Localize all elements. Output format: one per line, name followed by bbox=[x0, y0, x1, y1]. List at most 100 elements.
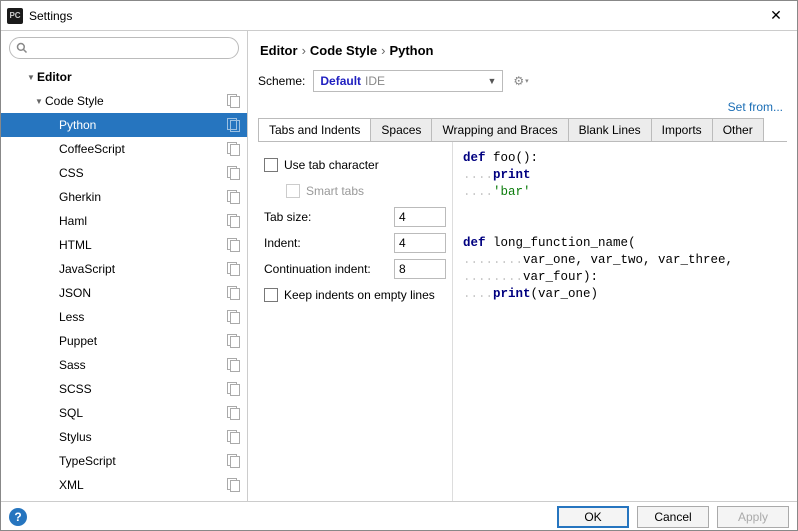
tab-other[interactable]: Other bbox=[713, 119, 763, 141]
tree-item-json[interactable]: JSON bbox=[1, 281, 247, 305]
scheme-name: Default bbox=[320, 74, 361, 88]
chevron-right-icon: › bbox=[381, 43, 385, 58]
tree-item-sass[interactable]: Sass bbox=[1, 353, 247, 377]
option-label: Use tab character bbox=[284, 158, 379, 172]
apply-button[interactable]: Apply bbox=[717, 506, 789, 528]
tree-item-editor[interactable]: ▼ Editor bbox=[1, 65, 247, 89]
tree-label: Editor bbox=[37, 70, 241, 84]
tree-item-less[interactable]: Less bbox=[1, 305, 247, 329]
tree-label: Code Style bbox=[45, 94, 227, 108]
tree-label: Puppet bbox=[59, 334, 227, 348]
breadcrumb-item: Editor bbox=[260, 43, 298, 58]
search-input[interactable] bbox=[9, 37, 239, 59]
tree-label: Haml bbox=[59, 214, 227, 228]
scheme-copy-icon bbox=[227, 94, 241, 108]
continuation-indent-label: Continuation indent: bbox=[264, 262, 371, 276]
titlebar: PC Settings ✕ bbox=[1, 1, 797, 31]
content-pane: Editor › Code Style › Python Scheme: Def… bbox=[248, 31, 797, 501]
keep-indents-checkbox[interactable]: Keep indents on empty lines bbox=[264, 288, 435, 302]
tab-tabs-and-indents[interactable]: Tabs and Indents bbox=[259, 119, 371, 142]
breadcrumb-item: Code Style bbox=[310, 43, 377, 58]
checkbox-icon bbox=[264, 288, 278, 302]
tree-item-gherkin[interactable]: Gherkin bbox=[1, 185, 247, 209]
tree-label: CSS bbox=[59, 166, 227, 180]
ok-button[interactable]: OK bbox=[557, 506, 629, 528]
smart-tabs-checkbox: Smart tabs bbox=[286, 184, 364, 198]
tree-label: CoffeeScript bbox=[59, 142, 227, 156]
tab-size-label: Tab size: bbox=[264, 210, 311, 224]
window-title: Settings bbox=[29, 9, 761, 23]
scheme-label: Scheme: bbox=[258, 74, 305, 88]
scheme-copy-icon bbox=[227, 286, 241, 300]
tree-item-haml[interactable]: Haml bbox=[1, 209, 247, 233]
tree-item-code-style[interactable]: ▼ Code Style bbox=[1, 89, 247, 113]
tree-item-xml[interactable]: XML bbox=[1, 473, 247, 497]
tree-item-javascript[interactable]: JavaScript bbox=[1, 257, 247, 281]
sidebar: ▼ Editor ▼ Code Style Python CoffeeScrip… bbox=[1, 31, 248, 501]
continuation-indent-input[interactable] bbox=[394, 259, 446, 279]
scheme-copy-icon bbox=[227, 166, 241, 180]
cancel-button[interactable]: Cancel bbox=[637, 506, 709, 528]
breadcrumb-item: Python bbox=[389, 43, 433, 58]
scheme-copy-icon bbox=[227, 478, 241, 492]
tree-item-sql[interactable]: SQL bbox=[1, 401, 247, 425]
tree-item-coffeescript[interactable]: CoffeeScript bbox=[1, 137, 247, 161]
help-button[interactable]: ? bbox=[9, 508, 27, 526]
options-panel: Use tab character Smart tabs Tab size: I… bbox=[258, 142, 453, 501]
chevron-down-icon: ▼ bbox=[25, 73, 37, 82]
search-icon bbox=[16, 42, 28, 54]
scheme-copy-icon bbox=[227, 334, 241, 348]
tree-item-stylus[interactable]: Stylus bbox=[1, 425, 247, 449]
scheme-copy-icon bbox=[227, 382, 241, 396]
tab-size-input[interactable] bbox=[394, 207, 446, 227]
scheme-copy-icon bbox=[227, 214, 241, 228]
tab-wrapping-and-braces[interactable]: Wrapping and Braces bbox=[432, 119, 568, 141]
scheme-copy-icon bbox=[227, 262, 241, 276]
tree-label: JavaScript bbox=[59, 262, 227, 276]
indent-label: Indent: bbox=[264, 236, 301, 250]
tree-label: Python bbox=[59, 118, 227, 132]
option-label: Keep indents on empty lines bbox=[284, 288, 435, 302]
tree-label: SCSS bbox=[59, 382, 227, 396]
tree-item-puppet[interactable]: Puppet bbox=[1, 329, 247, 353]
tab-imports[interactable]: Imports bbox=[652, 119, 713, 141]
close-button[interactable]: ✕ bbox=[761, 6, 791, 26]
gear-icon[interactable]: ⚙▾ bbox=[513, 74, 528, 88]
scheme-copy-icon bbox=[227, 310, 241, 324]
scheme-copy-icon bbox=[227, 190, 241, 204]
scheme-copy-icon bbox=[227, 238, 241, 252]
tab-blank-lines[interactable]: Blank Lines bbox=[569, 119, 652, 141]
tree-item-html[interactable]: HTML bbox=[1, 233, 247, 257]
tree-label: Stylus bbox=[59, 430, 227, 444]
scheme-copy-icon bbox=[227, 358, 241, 372]
tree-label: Gherkin bbox=[59, 190, 227, 204]
tree-item-typescript[interactable]: TypeScript bbox=[1, 449, 247, 473]
set-from-link[interactable]: Set from... bbox=[728, 100, 783, 114]
tree-label: TypeScript bbox=[59, 454, 227, 468]
scheme-copy-icon bbox=[227, 406, 241, 420]
indent-input[interactable] bbox=[394, 233, 446, 253]
tree-item-scss[interactable]: SCSS bbox=[1, 377, 247, 401]
settings-tree: ▼ Editor ▼ Code Style Python CoffeeScrip… bbox=[1, 65, 247, 501]
code-preview: def foo(): ....print ....'bar' def long_… bbox=[453, 142, 787, 501]
scheme-copy-icon bbox=[227, 118, 241, 132]
scheme-dropdown[interactable]: Default IDE ▼ bbox=[313, 70, 503, 92]
chevron-down-icon: ▼ bbox=[33, 97, 45, 106]
tab-spaces[interactable]: Spaces bbox=[371, 119, 432, 141]
scheme-copy-icon bbox=[227, 454, 241, 468]
tree-item-css[interactable]: CSS bbox=[1, 161, 247, 185]
scheme-copy-icon bbox=[227, 430, 241, 444]
option-label: Smart tabs bbox=[306, 184, 364, 198]
scheme-copy-icon bbox=[227, 142, 241, 156]
tree-label: XML bbox=[59, 478, 227, 492]
footer: ? OK Cancel Apply bbox=[1, 501, 797, 531]
tab-bar: Tabs and Indents Spaces Wrapping and Bra… bbox=[258, 118, 764, 142]
chevron-right-icon: › bbox=[302, 43, 306, 58]
tree-label: HTML bbox=[59, 238, 227, 252]
chevron-down-icon: ▼ bbox=[487, 76, 496, 86]
tree-label: Less bbox=[59, 310, 227, 324]
tree-label: Sass bbox=[59, 358, 227, 372]
tree-item-python[interactable]: Python bbox=[1, 113, 247, 137]
use-tab-checkbox[interactable]: Use tab character bbox=[264, 158, 379, 172]
tree-label: JSON bbox=[59, 286, 227, 300]
